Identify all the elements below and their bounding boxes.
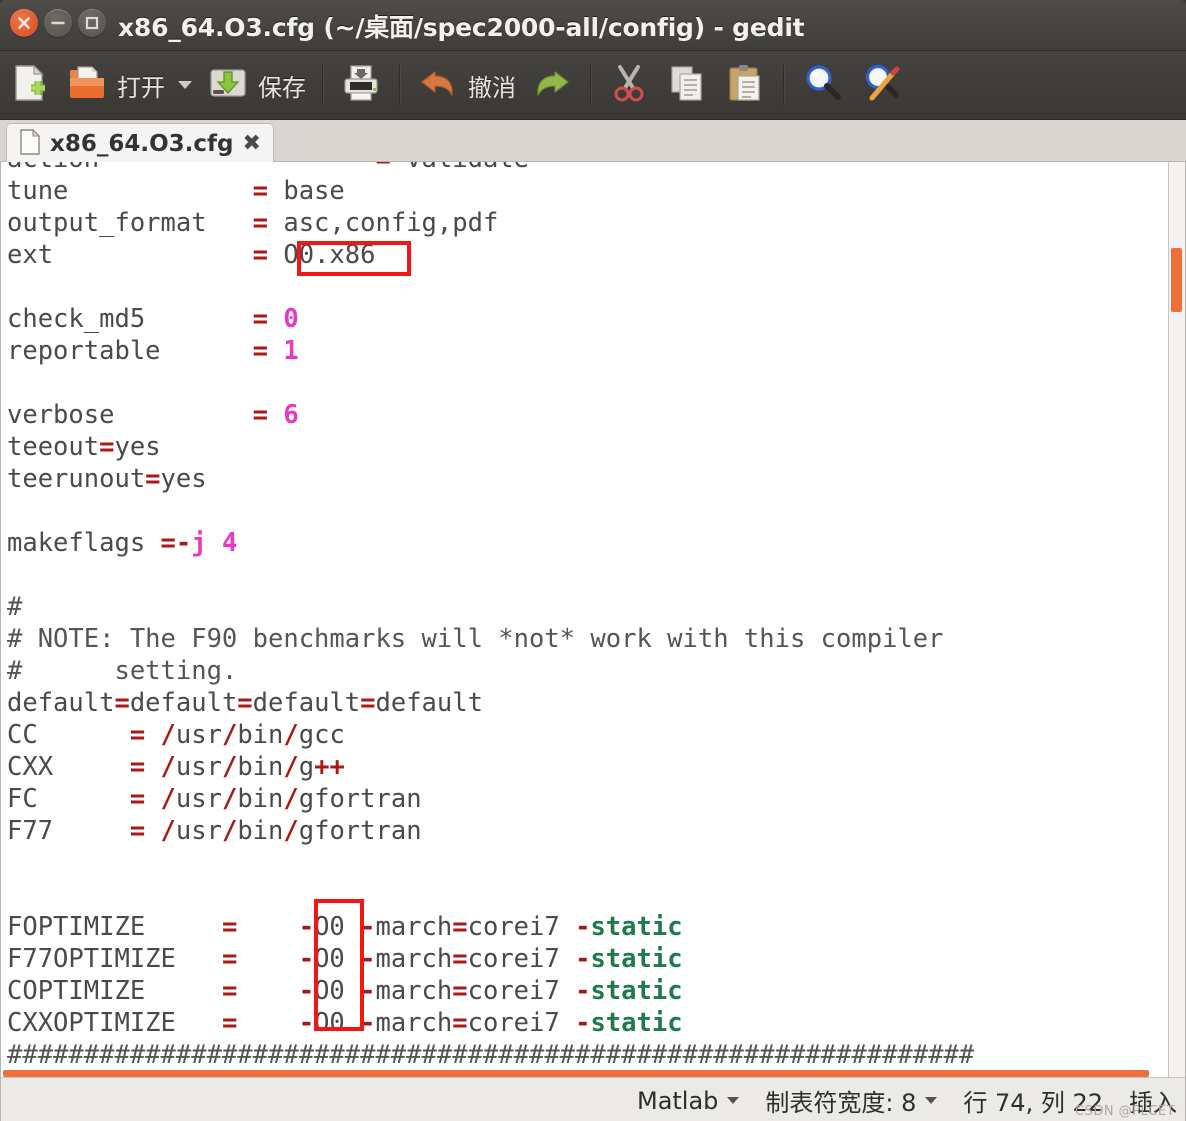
toolbar: 打开 保存 撤消 — [0, 51, 1186, 120]
code-line: CXX = /usr/bin/g++ — [7, 752, 345, 782]
scissors-icon — [607, 61, 651, 109]
print-button[interactable] — [332, 51, 390, 119]
maximize-icon[interactable] — [78, 9, 106, 37]
code-line: FOPTIMIZE = -O0 -march=corei7 -static — [7, 912, 683, 942]
printer-icon — [339, 61, 383, 109]
language-label: Matlab — [636, 1086, 719, 1115]
tab-x86-64-o3-cfg[interactable]: x86_64.O3.cfg ✖ — [6, 123, 274, 163]
text-editor-area[interactable]: action = validatetune = baseoutput_forma… — [0, 162, 1186, 1077]
close-icon[interactable] — [10, 9, 38, 37]
window-title: x86_64.O3.cfg (~/桌面/spec2000-all/config)… — [118, 13, 805, 42]
code-line: ext = O0.x86 — [7, 240, 376, 270]
code-line: CXXOPTIMIZE = -O0 -march=corei7 -static — [7, 1008, 683, 1038]
code-line: CC = /usr/bin/gcc — [7, 720, 345, 750]
language-caret-icon[interactable] — [727, 1097, 740, 1104]
code-line: makeflags =-j 4 — [7, 528, 238, 558]
code-line: COPTIMIZE = -O0 -march=corei7 -static — [7, 976, 683, 1006]
open-label: 打开 — [117, 73, 165, 102]
code-line: teeout=yes — [7, 432, 161, 462]
code-line: check_md5 = 0 — [7, 304, 299, 334]
code-line: F77OPTIMIZE = -O0 -march=corei7 -static — [7, 944, 683, 974]
tab-close-icon[interactable]: ✖ — [242, 131, 260, 156]
code-line: # — [7, 592, 23, 622]
save-disk-icon — [206, 61, 250, 109]
find-button[interactable] — [793, 51, 853, 119]
code-line: ########################################… — [7, 1040, 975, 1070]
tab-width-label: 制表符宽度: 8 — [765, 1089, 917, 1117]
code-line: reportable = 1 — [7, 336, 299, 366]
copy-button[interactable] — [658, 51, 716, 119]
toolbar-separator-3 — [590, 65, 591, 105]
search-icon — [800, 60, 846, 110]
new-document-icon — [7, 61, 51, 109]
toolbar-separator-2 — [399, 65, 400, 105]
toolbar-separator-4 — [783, 65, 784, 105]
language-selector[interactable]: Matlab — [636, 1086, 740, 1115]
copy-icon — [665, 61, 709, 109]
tab-strip: x86_64.O3.cfg ✖ — [0, 120, 1186, 163]
code-line: teerunout=yes — [7, 464, 207, 494]
status-bar: Matlab 制表符宽度: 8 行 74, 列 22 插入 CSDN @PLCE… — [0, 1077, 1186, 1121]
find-replace-icon — [860, 60, 906, 110]
code-line: tune = base — [7, 176, 345, 206]
code-line: # setting. — [7, 656, 238, 686]
save-label: 保存 — [258, 73, 306, 102]
save-button[interactable]: 保存 — [199, 51, 313, 119]
vertical-scrollbar-thumb[interactable] — [1171, 248, 1182, 312]
code-line: # NOTE: The F90 benchmarks will *not* wo… — [7, 624, 944, 654]
csdn-watermark: CSDN @PLCET — [1074, 1104, 1175, 1119]
open-folder-icon — [65, 61, 109, 109]
tab-width-selector[interactable]: 制表符宽度: 8 — [765, 1083, 938, 1118]
redo-button[interactable] — [523, 51, 581, 119]
open-dropdown-caret-icon[interactable] — [178, 81, 192, 89]
code-line: F77 = /usr/bin/gfortran — [7, 816, 422, 846]
undo-label: 撤消 — [468, 73, 516, 102]
open-button[interactable]: 打开 — [58, 51, 199, 119]
redo-arrow-icon — [530, 61, 574, 109]
title-bar: x86_64.O3.cfg (~/桌面/spec2000-all/config)… — [0, 0, 1186, 51]
clipboard-icon — [723, 61, 767, 109]
window-controls — [10, 9, 106, 37]
undo-button[interactable]: 撤消 — [409, 51, 523, 119]
new-document-button[interactable] — [0, 51, 58, 119]
tab-width-caret-icon[interactable] — [925, 1097, 938, 1104]
gedit-window: x86_64.O3.cfg (~/桌面/spec2000-all/config)… — [0, 0, 1186, 1121]
toolbar-separator-1 — [322, 65, 323, 105]
paste-button[interactable] — [716, 51, 774, 119]
cut-button[interactable] — [600, 51, 658, 119]
code-line: action = validate — [7, 162, 1185, 175]
replace-button[interactable] — [853, 51, 913, 119]
code-line: output_format = asc,config,pdf — [7, 208, 499, 238]
code-line: verbose = 6 — [7, 400, 299, 430]
minimize-icon[interactable] — [44, 9, 72, 37]
tab-title: x86_64.O3.cfg — [50, 130, 234, 157]
undo-arrow-icon — [416, 61, 460, 109]
source-code-text[interactable]: action = validatetune = baseoutput_forma… — [7, 162, 1185, 1077]
horizontal-scrollbar-thumb[interactable] — [3, 1070, 1149, 1077]
vertical-scrollbar-track[interactable] — [1168, 162, 1185, 1077]
code-line: default=default=default=default — [7, 688, 483, 718]
code-line: FC = /usr/bin/gfortran — [7, 784, 422, 814]
document-icon — [19, 128, 41, 159]
